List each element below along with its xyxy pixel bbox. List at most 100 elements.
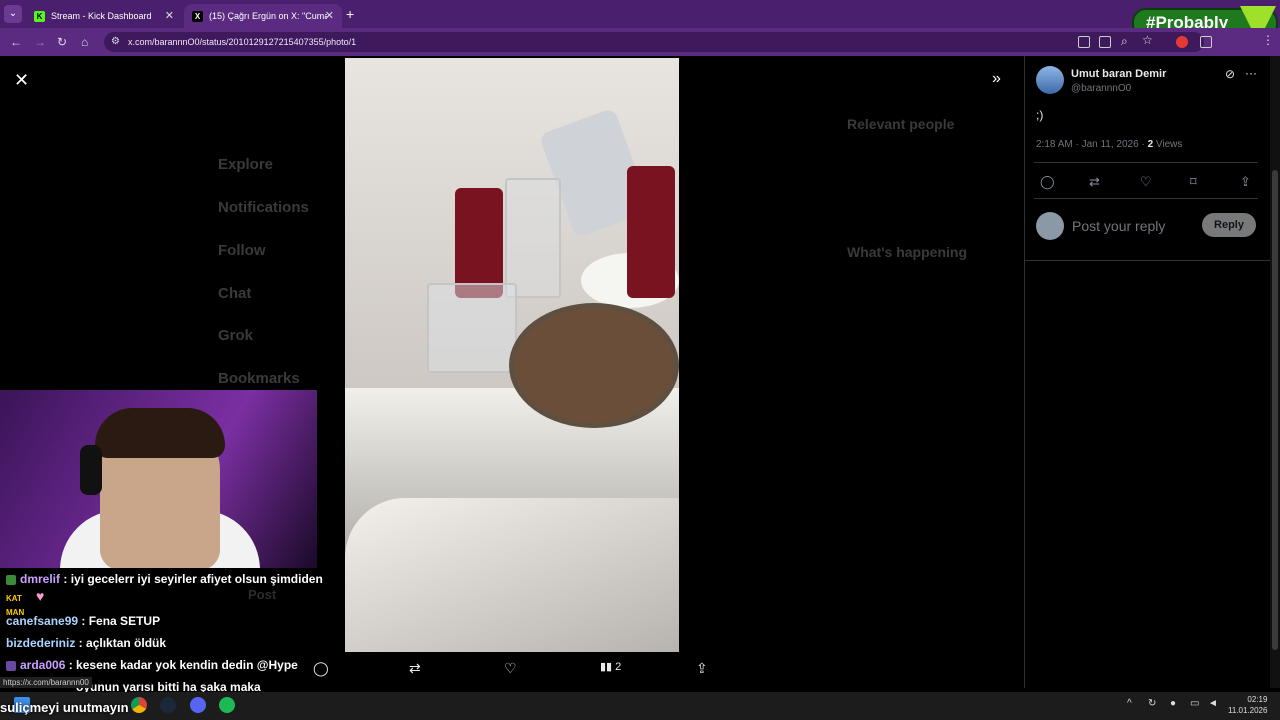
tab-title: (15) Çağrı Ergün on X: "Cumarte [209, 11, 327, 21]
volume-icon[interactable]: ◄ [1208, 698, 1218, 709]
link-status-bar: https://x.com/barannn00 [0, 677, 92, 688]
ghost-nav-bookmarks: Bookmarks [218, 370, 300, 387]
photo-chair [345, 498, 679, 652]
author-handle[interactable]: @barannnO0 [1071, 83, 1131, 94]
chat-username: canefsane99 [6, 614, 79, 628]
bookmark-icon[interactable]: ⌑ [1190, 174, 1197, 190]
chat-text: kesene kadar yok kendin dedin @Hype [76, 658, 298, 672]
tab-x-post[interactable]: X (15) Çağrı Ergün on X: "Cumarte ✕ [184, 4, 342, 28]
close-viewer-icon[interactable]: ✕ [14, 70, 29, 91]
more-icon[interactable]: ··· [1245, 66, 1257, 80]
url-field[interactable]: x.com/barannnO0/status/20101291272154073… [104, 32, 1204, 52]
like-icon[interactable]: ♡ [1140, 174, 1152, 190]
extension-icon[interactable] [1176, 36, 1188, 48]
author-name[interactable]: Umut baran Demir [1071, 68, 1166, 80]
x-icon: X [192, 10, 203, 22]
chat-message: canefsane99 : Fena SETUP [6, 614, 161, 628]
repost-icon[interactable]: ⇄ [1089, 174, 1100, 190]
divider [1024, 260, 1270, 261]
chrome-icon[interactable] [131, 697, 147, 713]
discord-icon[interactable] [190, 697, 206, 713]
microphone-icon[interactable]: ● [1170, 698, 1176, 709]
cast-icon[interactable] [1078, 36, 1090, 48]
tab-kick-dashboard[interactable]: K Stream - Kick Dashboard ✕ [26, 4, 182, 28]
ghost-post-button: Post [248, 587, 277, 602]
close-tab-icon[interactable]: ✕ [325, 9, 334, 22]
streamer-hair [95, 408, 225, 458]
divider [1034, 198, 1258, 199]
ghost-nav-notifications: Notifications [218, 199, 309, 216]
analytics-icon: ▮▮ [600, 661, 613, 673]
badge-icon [6, 660, 16, 671]
site-info-icon[interactable]: ⚙ [111, 36, 120, 47]
repost-icon[interactable]: ⇄ [409, 660, 421, 677]
chat-text: açlıktan öldük [86, 636, 167, 650]
webcam-overlay [0, 390, 317, 568]
headphones [80, 445, 102, 495]
share-icon[interactable]: ⇪ [1240, 174, 1251, 190]
views-count: 2 [615, 661, 622, 673]
new-tab-button[interactable]: + [346, 6, 354, 22]
avatar [1036, 212, 1064, 240]
badge-icon [6, 574, 16, 585]
ghost-relevant-people: Relevant people [847, 116, 955, 132]
steam-icon[interactable] [160, 697, 176, 713]
ghost-whats-happening: What's happening [847, 244, 967, 260]
heart-emote-icon: ♥ [36, 588, 45, 604]
scrollbar-thumb[interactable] [1272, 170, 1278, 650]
chat-message: dmrelif : iyi gecelerr iyi seyirler afiy… [6, 572, 323, 586]
chat-message: bizdederiniz : açlıktan öldük [6, 636, 167, 650]
close-tab-icon[interactable]: ✕ [165, 9, 174, 22]
grok-icon[interactable]: ⊘ [1225, 67, 1235, 81]
clock-time: 02:19 [1247, 695, 1268, 704]
chat-text: Fena SETUP [88, 614, 161, 628]
photo-pan [509, 303, 679, 428]
ghost-nav-explore: Explore [218, 156, 274, 173]
back-icon[interactable]: ← [10, 35, 22, 49]
post-detail-panel [1024, 56, 1270, 688]
browser-menu-icon[interactable]: ⋮ [1262, 33, 1274, 47]
tweet-meta: 2:18 AM · Jan 11, 2026 · 2 Views [1036, 139, 1182, 150]
home-icon[interactable]: ⌂ [81, 35, 88, 49]
reply-icon[interactable]: ◯ [313, 660, 329, 677]
sync-icon[interactable]: ↻ [1148, 698, 1156, 709]
spotify-icon[interactable] [219, 697, 235, 713]
post-photo[interactable] [345, 58, 679, 652]
photo-can [455, 188, 503, 298]
reply-button[interactable]: Reply [1202, 213, 1256, 237]
reply-input[interactable]: Post your reply [1072, 218, 1165, 234]
bookmark-star-icon[interactable]: ☆ [1142, 33, 1153, 47]
views-button[interactable]: ▮▮ 2 [600, 660, 621, 673]
forward-icon[interactable]: → [34, 35, 46, 49]
zoom-icon[interactable]: ⌕ [1121, 34, 1128, 49]
system-clock[interactable]: 02:19 11.01.2026 [1228, 694, 1267, 716]
collapse-panel-icon[interactable]: » [992, 70, 1001, 88]
url-text: x.com/barannnO0/status/20101291272154073… [128, 37, 357, 47]
clock-date: 11.01.2026 [1228, 706, 1268, 715]
tab-search-icon[interactable]: ⌄ [4, 5, 22, 23]
share-icon[interactable]: ⇪ [696, 660, 708, 677]
reload-icon[interactable]: ↻ [57, 35, 67, 49]
extensions-icon[interactable] [1200, 36, 1212, 48]
photo-glass [427, 283, 517, 373]
avatar[interactable] [1036, 66, 1064, 94]
tray-expand-icon[interactable]: ^ [1127, 698, 1132, 709]
display-icon[interactable]: ▭ [1190, 698, 1199, 709]
tweet-time[interactable]: 2:18 AM · Jan 11, 2026 · [1036, 139, 1148, 150]
ghost-nav-follow: Follow [218, 242, 266, 259]
chat-username: bizdederiniz [6, 636, 76, 650]
photo-glass [505, 178, 561, 298]
stream-overlay-text: suliçmeyi unutmayın [0, 700, 129, 715]
kick-icon: K [34, 10, 45, 22]
chat-message: arda006 : kesene kadar yok kendin dedin … [6, 658, 298, 672]
views-label: Views [1153, 139, 1183, 150]
chat-username: dmrelif [20, 572, 61, 586]
tweet-text: ;) [1036, 108, 1044, 122]
translate-icon[interactable] [1099, 36, 1111, 48]
like-icon[interactable]: ♡ [504, 660, 517, 677]
tab-title: Stream - Kick Dashboard [51, 11, 152, 21]
ghost-nav-grok: Grok [218, 327, 254, 344]
divider [1034, 162, 1258, 163]
reply-icon[interactable]: ◯ [1040, 174, 1055, 190]
photo-can [627, 166, 675, 298]
